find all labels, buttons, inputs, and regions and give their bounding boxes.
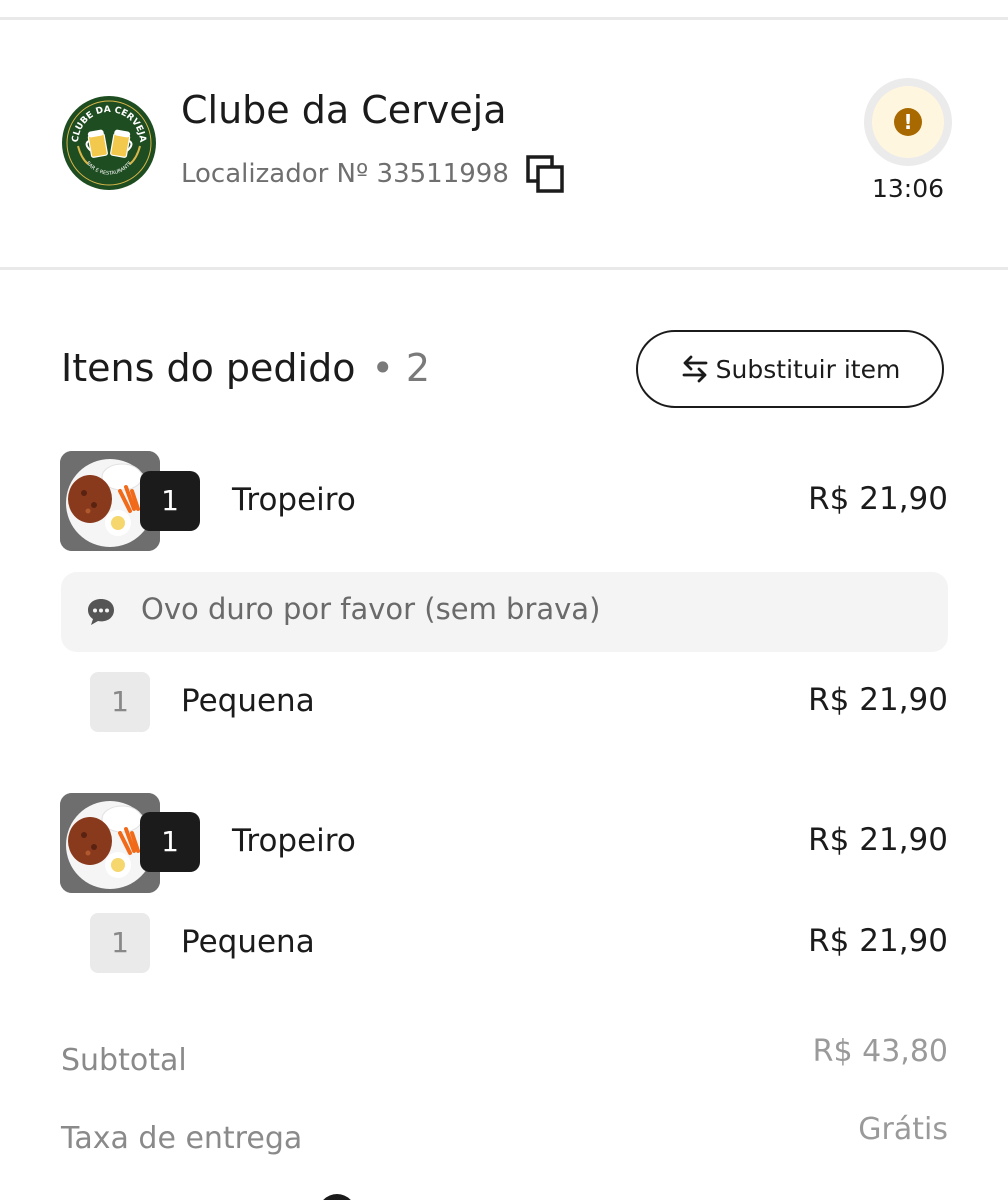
info-icon[interactable] — [318, 1194, 356, 1200]
option-quantity: 1 — [90, 913, 150, 973]
subtotal-value: R$ 43,80 — [812, 1034, 948, 1069]
option-price: R$ 21,90 — [808, 923, 948, 959]
title-separator-dot: • — [371, 346, 394, 390]
option-name: Pequena — [181, 924, 315, 960]
swap-arrows-icon — [680, 354, 710, 384]
items-title-label: Itens do pedido — [61, 346, 356, 390]
items-section-title: Itens do pedido • 2 — [61, 346, 430, 390]
option-quantity: 1 — [90, 672, 150, 732]
beer-mugs-logo-icon: CLUBE DA CERVEJA BAR E RESTAURANTE — [63, 97, 155, 189]
item-name: Tropeiro — [232, 823, 356, 859]
subtotal-label: Subtotal — [61, 1043, 187, 1078]
header-divider — [0, 267, 1008, 270]
item-name: Tropeiro — [232, 482, 356, 518]
items-count: 2 — [405, 346, 431, 390]
copy-icon[interactable] — [525, 154, 565, 194]
item-quantity-badge: 1 — [140, 471, 200, 531]
exclamation-icon: ! — [894, 108, 922, 136]
item-note-text: Ovo duro por favor (sem brava) — [141, 592, 601, 626]
locator-row: Localizador Nº 33511998 — [181, 154, 565, 194]
option-price: R$ 21,90 — [808, 682, 948, 718]
top-divider — [0, 17, 1008, 20]
item-note: Ovo duro por favor (sem brava) — [61, 572, 948, 652]
item-price: R$ 21,90 — [808, 822, 948, 858]
order-status-indicator: ! — [864, 78, 952, 166]
option-name: Pequena — [181, 683, 315, 719]
replace-item-button[interactable]: Substituir item — [636, 330, 944, 408]
delivery-fee-label: Taxa de entrega — [61, 1121, 303, 1156]
store-logo: CLUBE DA CERVEJA BAR E RESTAURANTE — [62, 96, 156, 190]
order-details-screen: CLUBE DA CERVEJA BAR E RESTAURANTE Clube… — [0, 0, 1008, 1200]
item-quantity-badge: 1 — [140, 812, 200, 872]
chat-bubble-icon — [85, 596, 117, 628]
order-locator: Localizador Nº 33511998 — [181, 159, 509, 189]
status-time: 13:06 — [871, 174, 945, 203]
item-price: R$ 21,90 — [808, 481, 948, 517]
store-name: Clube da Cerveja — [181, 88, 507, 132]
replace-item-label: Substituir item — [715, 354, 901, 384]
status-ring-inner: ! — [872, 86, 944, 158]
delivery-fee-value: Grátis — [858, 1112, 948, 1147]
